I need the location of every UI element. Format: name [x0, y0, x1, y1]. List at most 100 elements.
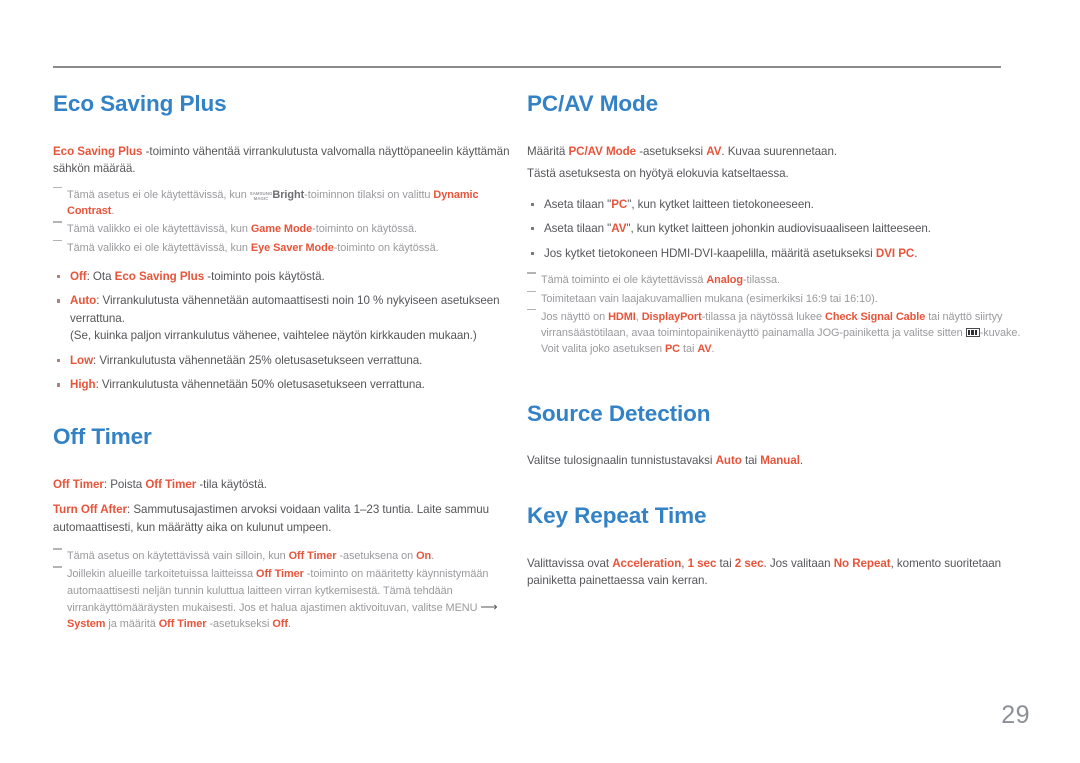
eco-options-list: Off: Ota Eco Saving Plus -toiminto pois … [53, 268, 527, 394]
bullet-dot-icon [57, 274, 61, 279]
option-text: : Virrankulutusta vähennetään automaatti… [70, 294, 500, 325]
paragraph-mid: : Poista [103, 477, 146, 491]
key-repeat-time-body: Valittavissa ovat Acceleration, 1 sec ta… [527, 555, 1027, 590]
term-2-sec: 2 sec [734, 556, 764, 570]
note-dash-icon [53, 239, 62, 242]
term-eco-saving-plus: Eco Saving Plus [53, 144, 143, 158]
pc-av-options-list: Aseta tilaan "PC", kun kytket laitteen t… [527, 196, 1027, 263]
option-label-auto: Auto [70, 294, 97, 308]
paragraph-middle-3: . Jos valitaan [763, 556, 834, 570]
section-rule [527, 66, 1001, 68]
section-key-repeat-time: Key Repeat Time Valittavissa ovat Accele… [527, 502, 1027, 590]
pc-av-paragraph-2: Tästä asetuksesta on hyötyä elokuvia kat… [527, 167, 789, 181]
term-check-signal-cable: Check Signal Cable [825, 310, 926, 323]
section-rule [53, 66, 527, 68]
option-text-2: -toiminto pois käytöstä. [204, 269, 325, 283]
section-eco-saving-plus: Eco Saving Plus Eco Saving Plus -toimint… [53, 66, 527, 394]
note-dash-icon [53, 186, 62, 189]
term-eco-saving-plus: Eco Saving Plus [114, 269, 205, 283]
note-text-suffix: . [287, 618, 291, 631]
bullet-dot-icon [531, 227, 535, 231]
bullet-dot-icon [531, 202, 535, 206]
note-text-middle-2: -tilassa ja näytössä lukee [701, 310, 826, 323]
page-title-source-detection: Source Detection [527, 400, 711, 426]
term-auto: Auto [715, 454, 742, 468]
note-analog-mode: Tämä toiminto ei ole käytettävissä Analo… [527, 272, 1027, 288]
note-eye-saver-mode: Tämä valikko ei ole käytettävissä, kun E… [53, 239, 527, 256]
option-label-high: High [70, 378, 96, 392]
note-check-signal-cable: Jos näyttö on HDMI, DisplayPort-tilassa … [527, 308, 1027, 358]
term-displayport: DisplayPort [641, 310, 702, 323]
list-item-auto: Auto: Virrankulutusta vähennetään automa… [53, 292, 527, 345]
term-manual: Manual [760, 454, 800, 468]
option-subline: (Se, kuinka paljon virrankulutus vähenee… [70, 329, 477, 343]
term-av: AV [706, 144, 722, 158]
term-eye-saver-mode: Eye Saver Mode [250, 241, 334, 254]
paragraph-prefix: Valittavissa ovat [527, 556, 613, 570]
paragraph-rest: -tila käytöstä. [196, 477, 267, 491]
off-timer-body: Off Timer: Poista Off Timer -tila käytös… [53, 476, 527, 537]
note-text-middle: -asetuksena on [336, 550, 417, 563]
list-item-pc: Aseta tilaan "PC", kun kytket laitteen t… [527, 196, 1027, 214]
option-label-low: Low [70, 353, 94, 367]
bullet-suffix: . [914, 246, 918, 260]
term-off: Off [272, 618, 288, 631]
note-text-prefix: Tämä valikko ei ole käytettävissä, kun [67, 241, 251, 254]
option-text: : Virrankulutusta vähennetään 25% oletus… [93, 353, 423, 367]
note-text-middle-3: ja määritä [105, 618, 159, 631]
page-number: 29 [1001, 701, 1030, 729]
note-dash-icon [527, 308, 536, 311]
bullet-suffix: ", kun kytket laitteen tietokoneeseen. [627, 197, 814, 211]
paragraph-middle: -asetukseksi [636, 144, 707, 158]
term-av: AV [611, 222, 627, 236]
arrow-right-icon: ⟶ [480, 600, 498, 615]
page-title-key-repeat-time: Key Repeat Time [527, 502, 707, 528]
term-dvi-pc: DVI PC [875, 246, 915, 260]
note-text-prefix: Tämä toiminto ei ole käytettävissä [541, 274, 707, 287]
bullet-prefix: Aseta tilaan " [544, 222, 612, 236]
note-text-prefix: Jos näyttö on [541, 310, 609, 323]
term-1-sec: 1 sec [687, 556, 717, 570]
note-text-prefix: Joillekin alueille tarkoitetuissa laitte… [67, 568, 257, 581]
note-text-prefix: Tämä valikko ei ole käytettävissä, kun [67, 223, 251, 236]
term-bright: Bright [272, 188, 305, 201]
term-analog: Analog [706, 274, 743, 287]
off-timer-paragraph-1: Off Timer: Poista Off Timer -tila käytös… [53, 476, 527, 494]
note-text-suffix: . [111, 205, 115, 218]
bullet-dot-icon [57, 383, 61, 387]
term-turn-off-after: Turn Off After [53, 503, 128, 517]
bullet-suffix: ", kun kytket laitteen johonkin audiovis… [626, 222, 931, 236]
section-off-timer: Off Timer Off Timer: Poista Off Timer -t… [53, 424, 527, 633]
paragraph-prefix: Määritä [527, 144, 569, 158]
source-input-icon [965, 328, 980, 338]
term-off-timer-2: Off Timer [158, 618, 207, 631]
source-detection-paragraph: Valitse tulosignaalin tunnistustavaksi A… [527, 452, 1027, 470]
term-acceleration: Acceleration [612, 556, 682, 570]
section-pc-av-mode: PC/AV Mode Määritä PC/AV Mode -asetuksek… [527, 66, 1027, 358]
eco-intro-paragraph: Eco Saving Plus -toiminto vähentää virra… [53, 143, 527, 178]
list-item-high: High: Virrankulutusta vähennetään 50% ol… [53, 376, 527, 394]
bullet-dot-icon [531, 251, 535, 255]
note-off-timer-on: Tämä asetus on käytettävissä vain silloi… [53, 548, 527, 564]
term-game-mode: Game Mode [250, 223, 313, 236]
note-dash-icon [527, 290, 536, 293]
page-title-eco-saving-plus: Eco Saving Plus [53, 91, 227, 116]
paragraph-middle: tai [741, 454, 761, 468]
section-source-detection: Source Detection Valitse tulosignaalin t… [527, 400, 1027, 470]
paragraph-middle-2: tai [716, 556, 735, 570]
note-text-suffix: -tilassa. [742, 274, 780, 287]
bullet-dot-icon [57, 299, 61, 303]
option-label-off: Off [70, 269, 87, 283]
pc-av-paragraph-1: Määritä PC/AV Mode -asetukseksi AV. Kuva… [527, 143, 1027, 161]
eco-intro-block: Eco Saving Plus -toiminto vähentää virra… [53, 143, 527, 178]
note-dynamic-contrast: Tämä asetus ei ole käytettävissä, kun SA… [53, 186, 527, 220]
two-column-layout: Eco Saving Plus Eco Saving Plus -toimint… [0, 0, 1080, 635]
page-title-pc-av-mode: PC/AV Mode [527, 91, 659, 116]
list-item-av: Aseta tilaan "AV", kun kytket laitteen j… [527, 220, 1027, 238]
paragraph-prefix: Valitse tulosignaalin tunnistustavaksi [527, 454, 716, 468]
term-no-repeat: No Repeat [833, 556, 891, 570]
option-text: : Ota [86, 269, 115, 283]
bullet-dot-icon [57, 358, 61, 363]
term-on: On [416, 550, 432, 563]
term-hdmi: HDMI [608, 310, 636, 323]
